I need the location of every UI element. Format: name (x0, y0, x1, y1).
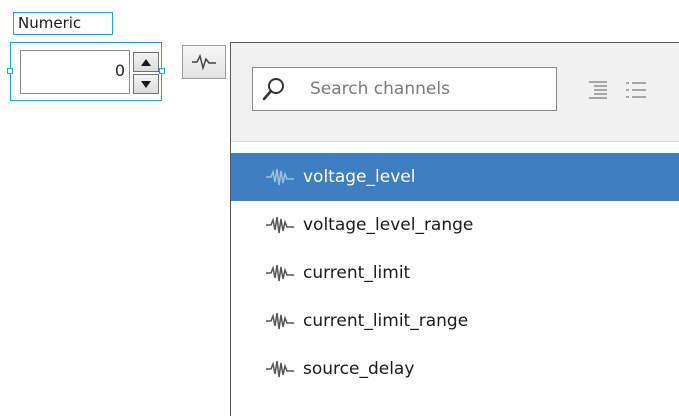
list-item-label: voltage_level (303, 167, 416, 187)
list-item-label: current_limit_range (303, 311, 469, 331)
list-item-label: current_limit (303, 263, 411, 283)
waveform-icon (192, 53, 216, 71)
channel-picker-button[interactable] (182, 45, 226, 79)
list-item[interactable]: source_delay (231, 345, 679, 393)
detail-view-icon[interactable] (625, 80, 647, 100)
list-item[interactable]: current_limit_range (231, 297, 679, 345)
list-item-label: voltage_level_range (303, 215, 474, 235)
list-item[interactable]: voltage_level (231, 153, 679, 201)
search-placeholder: Search channels (310, 79, 450, 99)
decrement-button[interactable] (133, 74, 159, 94)
search-input[interactable]: Search channels (252, 67, 557, 111)
list-item[interactable]: voltage_level_range (231, 201, 679, 249)
arrow-up-icon (141, 58, 151, 66)
list-view-icon[interactable] (587, 80, 609, 100)
numeric-value-field[interactable]: 0 (20, 50, 130, 94)
list-item[interactable]: current_limit (231, 249, 679, 297)
waveform-icon (266, 264, 294, 282)
resize-handle-right[interactable] (159, 68, 165, 74)
search-icon (262, 78, 284, 101)
panel-toolbar: Search channels (231, 43, 679, 142)
list-item-label: source_delay (303, 359, 415, 379)
waveform-icon (266, 216, 294, 234)
resize-handle-left[interactable] (7, 68, 13, 74)
numeric-label: Numeric (13, 12, 113, 35)
waveform-icon (266, 168, 294, 186)
arrow-down-icon (141, 80, 151, 88)
channel-dropdown-panel: Search channels voltage_level voltage_le… (230, 42, 679, 416)
channel-list: voltage_level voltage_level_range curren… (231, 153, 679, 393)
waveform-icon (266, 360, 294, 378)
increment-button[interactable] (133, 52, 159, 72)
waveform-icon (266, 312, 294, 330)
